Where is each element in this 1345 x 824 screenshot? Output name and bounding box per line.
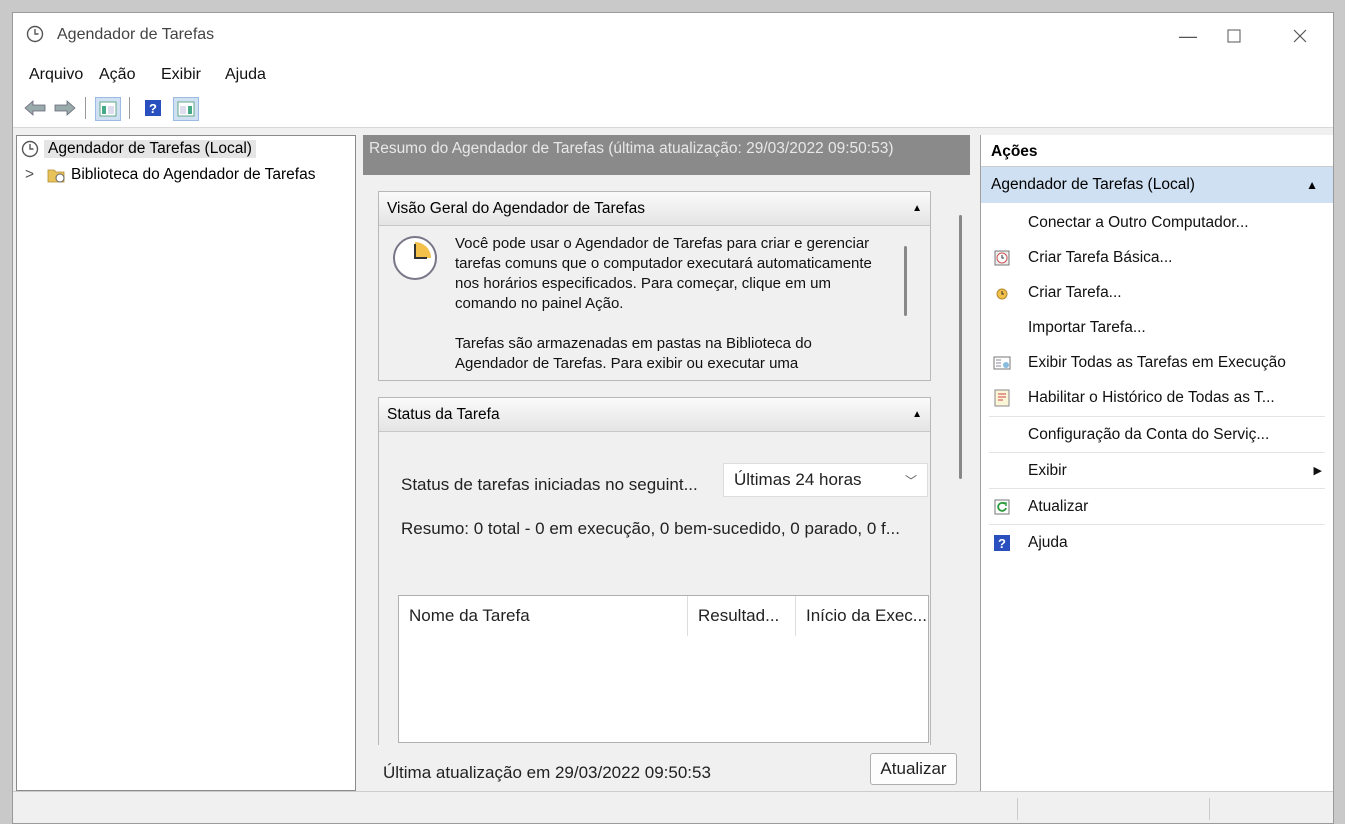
status-filter-label: Status de tarefas iniciadas no seguint..… [401, 475, 698, 494]
action-import-task[interactable]: Importar Tarefa... [981, 310, 1333, 345]
back-arrow-icon[interactable] [23, 97, 47, 119]
action-enable-history[interactable]: Habilitar o Histórico de Todas as T... [981, 380, 1333, 415]
tree-item-library[interactable]: > Biblioteca do Agendador de Tarefas [21, 164, 315, 186]
action-label: Importar Tarefa... [1028, 318, 1146, 336]
task-status-header[interactable]: Status da Tarefa ▲ [379, 398, 930, 432]
action-view-menu[interactable]: Exibir ▶ [981, 453, 1333, 488]
tree-item-library-label: Biblioteca do Agendador de Tarefas [71, 166, 316, 183]
last-update-text: Última atualização em 29/03/2022 09:50:5… [383, 763, 711, 782]
summary-pane: Resumo do Agendador de Tarefas (última a… [363, 135, 970, 791]
task-grid[interactable]: Nome da Tarefa Resultad... Início da Exe… [398, 595, 929, 743]
action-label: Exibir [1028, 461, 1067, 479]
maximize-button[interactable] [1219, 21, 1249, 51]
status-period-select[interactable]: Últimas 24 horas ﹀ [723, 463, 928, 497]
column-header-name[interactable]: Nome da Tarefa [399, 596, 688, 636]
show-action-pane-icon[interactable] [173, 97, 199, 121]
overview-scrollbar[interactable] [904, 246, 907, 316]
toolbar-separator [129, 97, 130, 119]
action-show-running-tasks[interactable]: Exibir Todas as Tarefas em Execução [981, 345, 1333, 380]
create-task-icon [993, 284, 1011, 302]
running-tasks-icon [993, 354, 1011, 372]
action-label: Criar Tarefa... [1028, 283, 1122, 301]
action-label: Habilitar o Histórico de Todas as T... [1028, 388, 1275, 406]
forward-arrow-icon[interactable] [53, 97, 77, 119]
actions-group-label: Agendador de Tarefas (Local) [991, 176, 1195, 193]
overview-paragraph-1: Você pode usar o Agendador de Tarefas pa… [455, 235, 872, 312]
actions-title: Ações [981, 135, 1333, 167]
action-label: Configuração da Conta do Serviç... [1028, 425, 1270, 443]
navigation-tree: Agendador de Tarefas (Local) > Bibliotec… [16, 135, 356, 791]
status-summary: Resumo: 0 total - 0 em execução, 0 bem-s… [401, 519, 900, 538]
column-header-start[interactable]: Início da Exec... [796, 596, 928, 636]
close-button[interactable] [1285, 21, 1315, 51]
menu-bar: Arquivo Ação Exibir Ajuda [13, 59, 1333, 91]
clock-large-icon [391, 234, 439, 286]
svg-text:?: ? [149, 101, 157, 116]
actions-group-local[interactable]: Agendador de Tarefas (Local) ▲ [981, 167, 1333, 203]
collapse-up-icon[interactable]: ▲ [1306, 178, 1318, 192]
svg-text:?: ? [998, 536, 1006, 551]
collapse-arrow-icon[interactable]: ▲ [912, 409, 922, 420]
refresh-icon [993, 498, 1011, 516]
action-refresh[interactable]: Atualizar [981, 489, 1333, 524]
submenu-arrow-icon: ▶ [1313, 465, 1322, 477]
task-status-title: Status da Tarefa [387, 405, 500, 423]
action-create-task[interactable]: Criar Tarefa... [981, 275, 1333, 310]
action-label: Criar Tarefa Básica... [1028, 248, 1173, 266]
menu-arquivo[interactable]: Arquivo [29, 66, 83, 84]
summary-body: Visão Geral do Agendador de Tarefas ▲ Vo… [363, 175, 970, 791]
show-tree-icon[interactable] [95, 97, 121, 121]
action-label: Conectar a Outro Computador... [1028, 213, 1249, 231]
task-scheduler-clock-icon [26, 25, 44, 43]
refresh-button[interactable]: Atualizar [870, 753, 957, 785]
status-bar [13, 791, 1333, 823]
help-icon[interactable]: ? [141, 97, 165, 119]
action-create-basic-task[interactable]: Criar Tarefa Básica... [981, 240, 1333, 275]
status-bar-separator [1017, 798, 1018, 820]
status-bar-separator [1209, 798, 1210, 820]
minimize-button[interactable]: — [1173, 21, 1203, 51]
tree-item-local[interactable]: Agendador de Tarefas (Local) [21, 138, 256, 160]
window-title: Agendador de Tarefas [57, 26, 215, 43]
main-window: Agendador de Tarefas — Arquivo Ação Exib… [12, 12, 1334, 824]
toolbar: ? [13, 91, 1333, 128]
action-label: Ajuda [1028, 533, 1068, 551]
toolbar-separator [85, 97, 86, 119]
title-bar: Agendador de Tarefas — [13, 13, 1333, 59]
menu-acao[interactable]: Ação [99, 66, 135, 84]
overview-header[interactable]: Visão Geral do Agendador de Tarefas ▲ [379, 192, 930, 226]
action-help[interactable]: ? Ajuda [981, 525, 1333, 560]
action-service-account-config[interactable]: Configuração da Conta do Serviç... [981, 417, 1333, 452]
column-header-result[interactable]: Resultad... [688, 596, 796, 636]
summary-header: Resumo do Agendador de Tarefas (última a… [363, 135, 970, 175]
expand-chevron-icon[interactable]: > [25, 166, 39, 184]
chevron-down-icon: ﹀ [904, 473, 917, 488]
action-label: Atualizar [1028, 497, 1089, 515]
action-connect-computer[interactable]: Conectar a Outro Computador... [981, 205, 1333, 240]
collapse-arrow-icon[interactable]: ▲ [912, 203, 922, 214]
tree-item-local-label: Agendador de Tarefas (Local) [44, 140, 256, 158]
overview-paragraph-2: Tarefas são armazenadas em pastas na Bib… [455, 335, 812, 372]
status-period-value: Últimas 24 horas [734, 470, 862, 489]
overview-title: Visão Geral do Agendador de Tarefas [387, 199, 645, 217]
summary-scrollbar[interactable] [959, 215, 962, 479]
actions-pane: Ações Agendador de Tarefas (Local) ▲ Con… [980, 135, 1333, 791]
folder-clock-icon [47, 166, 65, 184]
clock-icon [21, 140, 39, 158]
menu-ajuda[interactable]: Ajuda [225, 66, 266, 84]
overview-content: Você pode usar o Agendador de Tarefas pa… [379, 226, 909, 380]
basic-task-icon [993, 249, 1011, 267]
overview-section: Visão Geral do Agendador de Tarefas ▲ Vo… [378, 191, 931, 381]
action-label: Exibir Todas as Tarefas em Execução [1028, 353, 1286, 371]
history-icon [993, 389, 1011, 407]
help-icon: ? [993, 534, 1011, 552]
menu-exibir[interactable]: Exibir [161, 66, 201, 84]
